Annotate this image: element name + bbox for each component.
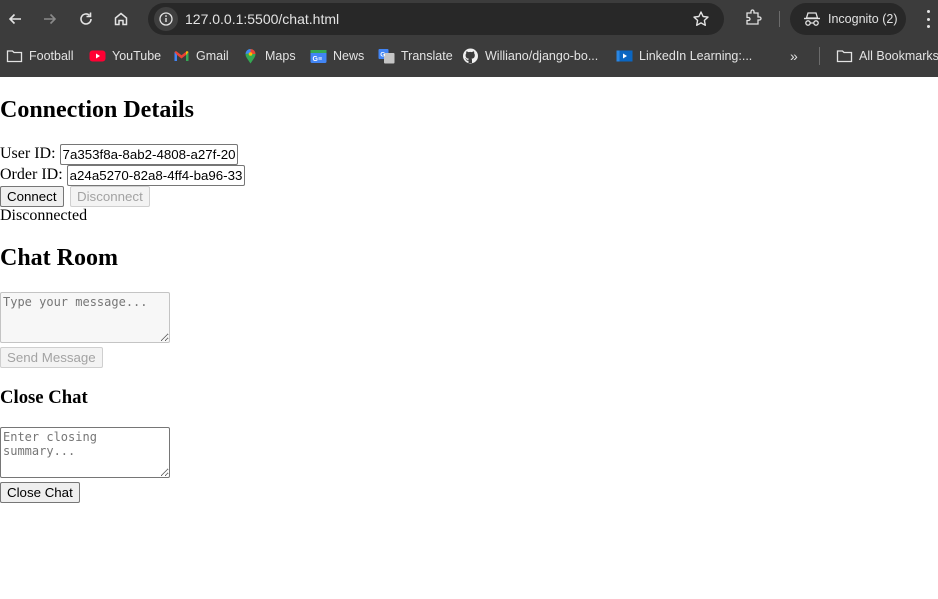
arrow-left-icon xyxy=(8,13,21,25)
send-message-button[interactable]: Send Message xyxy=(0,347,103,368)
bookmark-maps[interactable]: Maps xyxy=(242,44,296,68)
home-button[interactable] xyxy=(109,7,133,31)
bookmarks-bar: Football YouTube Gmail Maps G≡ News G Tr… xyxy=(0,44,938,68)
bookmark-github[interactable]: Williano/django-bo... xyxy=(462,44,598,68)
bookmark-label: YouTube xyxy=(112,49,162,63)
star-icon[interactable] xyxy=(692,10,710,28)
forward-button[interactable] xyxy=(38,7,62,31)
bookmark-linkedin-learning[interactable]: LinkedIn Learning:... xyxy=(616,44,752,68)
bookmark-label: Gmail xyxy=(196,49,229,63)
bookmark-youtube[interactable]: YouTube xyxy=(89,44,161,68)
bookmark-translate[interactable]: G Translate xyxy=(378,44,453,68)
youtube-icon xyxy=(89,50,106,62)
incognito-label: Incognito (2) xyxy=(828,12,898,26)
puzzle-icon[interactable] xyxy=(744,9,762,27)
message-input[interactable] xyxy=(0,292,170,343)
kebab-menu-icon[interactable] xyxy=(922,10,934,28)
connection-details-heading: Connection Details xyxy=(0,97,194,123)
order-id-row: Order ID: xyxy=(0,165,245,186)
url-text[interactable]: 127.0.0.1:5500/chat.html xyxy=(185,11,339,27)
bookmarks-overflow-button[interactable]: » xyxy=(790,44,798,68)
svg-text:G: G xyxy=(380,52,385,59)
bookmark-label: LinkedIn Learning:... xyxy=(639,49,753,63)
browser-toolbar: 127.0.0.1:5500/chat.html Incognito (2) xyxy=(0,0,938,38)
linkedin-learning-icon xyxy=(616,50,633,62)
user-id-label: User ID: xyxy=(0,145,56,163)
chat-room-heading: Chat Room xyxy=(0,245,118,271)
order-id-label: Order ID: xyxy=(0,166,63,184)
bookmark-label: Williano/django-bo... xyxy=(485,49,599,63)
bookmark-news[interactable]: G≡ News xyxy=(310,44,364,68)
closing-summary-input[interactable] xyxy=(0,427,170,478)
chevron-double-right-icon: » xyxy=(790,48,798,64)
svg-text:G≡: G≡ xyxy=(313,56,323,63)
github-icon xyxy=(463,48,478,64)
translate-icon: G xyxy=(378,49,395,64)
close-chat-button[interactable]: Close Chat xyxy=(0,482,80,503)
connection-status: Disconnected xyxy=(0,207,88,224)
info-icon xyxy=(159,12,173,26)
browser-chrome: 127.0.0.1:5500/chat.html Incognito (2) F… xyxy=(0,0,938,77)
site-info-button[interactable] xyxy=(154,7,178,31)
toolbar-divider xyxy=(779,11,780,27)
bookmarks-divider xyxy=(819,47,820,65)
address-bar[interactable]: 127.0.0.1:5500/chat.html xyxy=(148,3,724,35)
disconnect-button[interactable]: Disconnect xyxy=(70,186,150,207)
reload-button[interactable] xyxy=(74,7,98,31)
news-icon: G≡ xyxy=(310,50,327,63)
maps-pin-icon xyxy=(245,49,256,64)
arrow-right-icon xyxy=(44,13,57,25)
bookmark-football[interactable]: Football xyxy=(6,44,73,68)
bookmark-gmail[interactable]: Gmail xyxy=(173,44,229,68)
home-icon xyxy=(114,12,128,26)
incognito-badge[interactable]: Incognito (2) xyxy=(790,3,906,35)
gmail-icon xyxy=(174,51,189,61)
bookmark-label: All Bookmarks xyxy=(859,49,938,63)
order-id-input[interactable] xyxy=(66,165,245,186)
close-chat-heading: Close Chat xyxy=(0,387,88,408)
reload-icon xyxy=(80,12,92,25)
bookmark-label: Football xyxy=(29,49,74,63)
bookmark-label: News xyxy=(333,49,365,63)
back-button[interactable] xyxy=(3,7,27,31)
bookmark-all-bookmarks[interactable]: All Bookmarks xyxy=(836,44,938,68)
folder-icon xyxy=(6,50,23,63)
bookmark-label: Translate xyxy=(401,49,453,63)
connect-button[interactable]: Connect xyxy=(0,186,64,207)
folder-icon xyxy=(836,50,853,63)
user-id-input[interactable] xyxy=(59,144,238,165)
bookmark-label: Maps xyxy=(265,49,296,63)
incognito-icon xyxy=(804,12,820,26)
user-id-row: User ID: xyxy=(0,144,238,165)
